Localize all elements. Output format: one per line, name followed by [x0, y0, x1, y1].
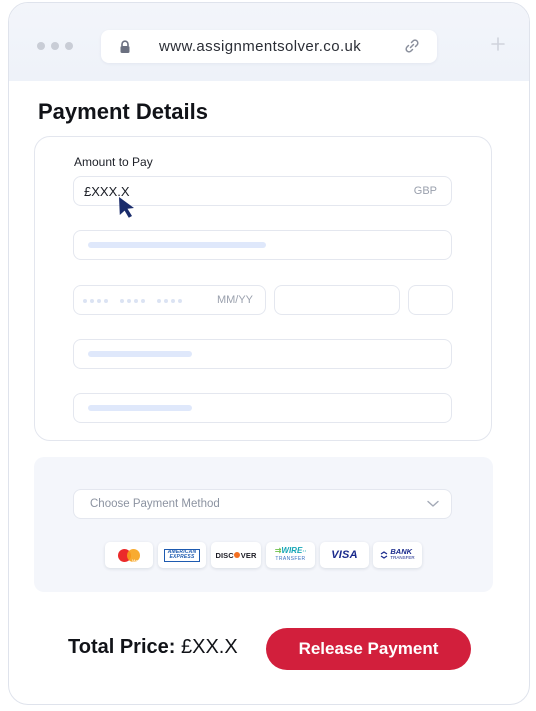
expiry-placeholder: MM/YY — [216, 294, 253, 306]
lock-icon — [120, 40, 130, 53]
chevron-down-icon — [427, 500, 439, 507]
currency-tag: GBP — [413, 185, 437, 197]
amount-label: Amount to Pay — [74, 155, 153, 169]
window-dot[interactable] — [65, 42, 73, 50]
email-input[interactable] — [73, 339, 452, 369]
payment-method-panel — [34, 457, 493, 592]
discover-logo-icon: DISC VER — [215, 550, 257, 560]
placeholder-skeleton — [88, 351, 192, 357]
mouse-cursor-icon — [119, 197, 134, 218]
visa-logo-icon: VISA — [331, 549, 358, 561]
amex-option[interactable]: AMERICAN EXPRESS — [158, 542, 206, 568]
bank-transfer-option[interactable]: BANK TRANSFER — [373, 542, 422, 568]
mastercard-option[interactable]: MasterCard — [105, 542, 153, 568]
window-controls — [37, 42, 73, 50]
plus-icon[interactable] — [491, 37, 505, 51]
placeholder-skeleton — [88, 242, 266, 248]
phone-input[interactable] — [73, 393, 452, 423]
mastercard-logo-icon: MasterCard — [118, 548, 153, 563]
discover-option[interactable]: DISC VER — [211, 542, 261, 568]
address-bar[interactable]: www.assignmentsolver.co.uk — [101, 30, 437, 63]
visa-option[interactable]: VISA — [320, 542, 369, 568]
release-payment-button[interactable]: Release Payment — [266, 628, 471, 670]
placeholder-skeleton — [88, 405, 192, 411]
browser-toolbar: www.assignmentsolver.co.uk — [9, 3, 529, 81]
window-dot[interactable] — [37, 42, 45, 50]
total-price-value: £XX.X — [181, 636, 238, 658]
bank-transfer-logo-icon: BANK TRANSFER — [380, 548, 415, 561]
payment-method-select[interactable]: Choose Payment Method — [73, 489, 452, 519]
card-number-mask — [83, 295, 182, 303]
window-dot[interactable] — [51, 42, 59, 50]
payment-method-placeholder: Choose Payment Method — [90, 498, 220, 510]
cvc-input[interactable] — [274, 285, 400, 315]
amex-logo-icon: AMERICAN EXPRESS — [164, 548, 200, 562]
link-icon[interactable] — [404, 38, 420, 54]
wire-transfer-logo-icon: ⇉WIRE·· TRANSFER — [274, 546, 307, 563]
page-title: Payment Details — [38, 99, 208, 124]
card-number-input[interactable]: MM/YY — [73, 285, 266, 315]
url-text: www.assignmentsolver.co.uk — [159, 38, 362, 55]
total-price-label: Total Price: — [68, 636, 176, 658]
wire-transfer-option[interactable]: ⇉WIRE·· TRANSFER — [266, 542, 315, 568]
name-input[interactable] — [73, 230, 452, 260]
zip-input[interactable] — [408, 285, 453, 315]
total-price: Total Price: £XX.X — [68, 636, 238, 659]
